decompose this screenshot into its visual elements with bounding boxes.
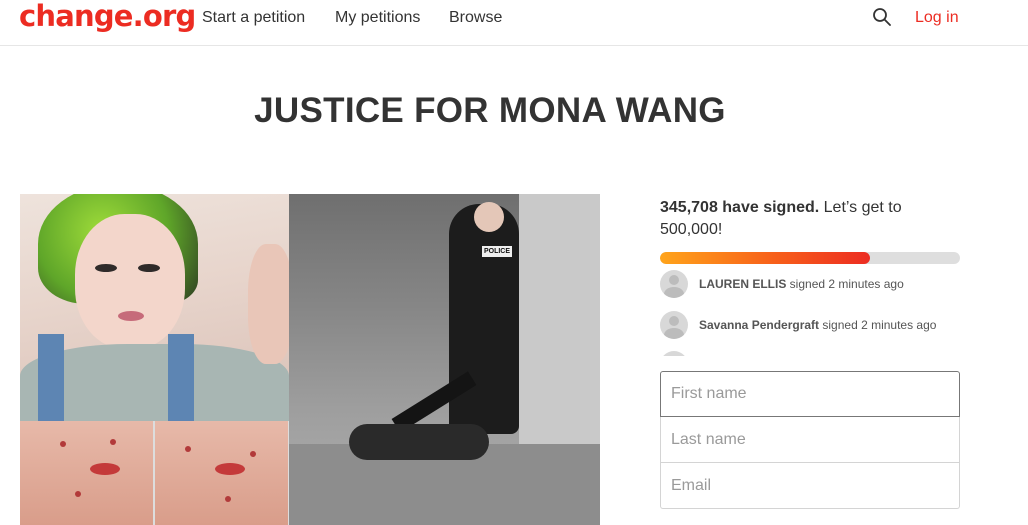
avatar [660, 270, 688, 298]
signature-progress-bar [660, 252, 960, 264]
signature-count-text: 345,708 have signed. Let’s get to 500,00… [660, 197, 960, 241]
list-item: LAUREN ELLIS signed 2 minutes ago [660, 270, 960, 298]
nav-browse[interactable]: Browse [449, 9, 502, 27]
signer-name: Savanna Pendergraft [699, 318, 820, 332]
list-item: Savanna Pendergraft signed 2 minutes ago [660, 311, 960, 339]
signature-count: 345,708 have signed. [660, 199, 820, 216]
signer-time: signed 2 minutes ago [819, 318, 937, 332]
site-header: change.org Start a petition My petitions… [0, 0, 1028, 46]
avatar [660, 311, 688, 339]
signer-name: LAUREN ELLIS [699, 277, 787, 291]
email-field[interactable] [660, 463, 960, 509]
login-link[interactable]: Log in [915, 9, 959, 27]
first-name-field[interactable] [660, 371, 960, 417]
petition-title: JUSTICE FOR MONA WANG [254, 91, 726, 130]
change-org-logo[interactable]: change.org [19, 1, 196, 31]
injury-photo-left [20, 421, 153, 525]
signature-progress-fill [660, 252, 870, 264]
portrait-photo [20, 194, 289, 421]
nav-my-petitions[interactable]: My petitions [335, 9, 420, 27]
police-incident-photo: POLICE [289, 194, 600, 525]
last-name-field[interactable] [660, 417, 960, 463]
avatar [660, 351, 688, 356]
search-icon[interactable] [872, 7, 892, 27]
list-item-partial [660, 351, 960, 356]
signer-time: signed 2 minutes ago [786, 277, 904, 291]
injury-photo-right [155, 421, 288, 525]
nav-start-petition[interactable]: Start a petition [202, 9, 305, 27]
petition-photo-collage[interactable]: POLICE [20, 194, 600, 525]
recent-signers-list: LAUREN ELLIS signed 2 minutes ago Savann… [660, 270, 960, 356]
